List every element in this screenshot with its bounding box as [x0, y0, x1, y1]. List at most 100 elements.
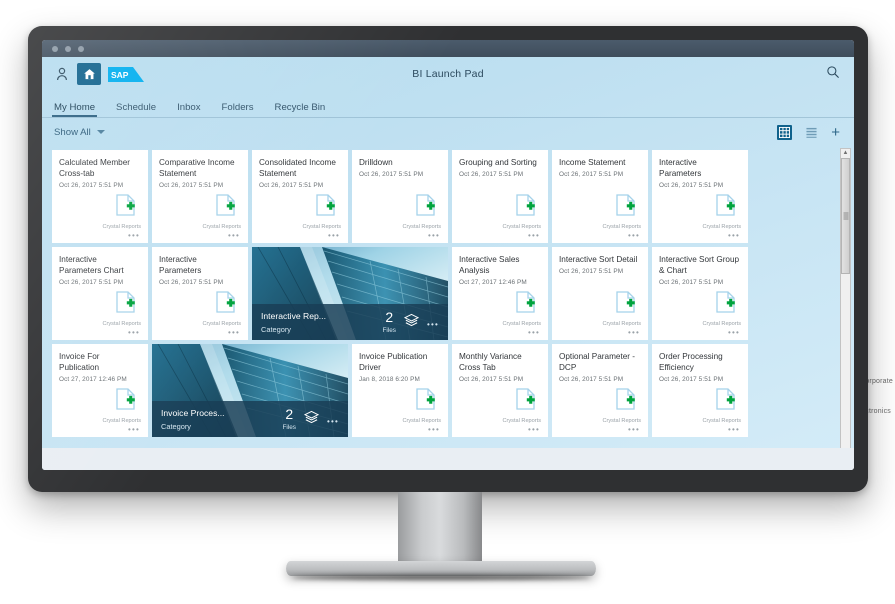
report-tile-title: Invoice For Publication: [59, 352, 100, 372]
monitor-stand-base: [286, 561, 596, 576]
list-view-icon[interactable]: [804, 125, 819, 140]
report-tile-title: Interactive Sales Analysis: [459, 255, 520, 275]
report-tile-kind: Crystal Reports: [202, 321, 241, 327]
category-tile[interactable]: Interactive Rep... Category 2 Files •••: [252, 247, 448, 340]
report-tile[interactable]: Monthly Variance Cross Tab Oct 26, 2017 5…: [452, 344, 548, 437]
report-tile-more-button[interactable]: •••: [728, 329, 740, 337]
report-tile[interactable]: Interactive Sort Detail Oct 26, 2017 5:51…: [552, 247, 648, 340]
report-tile-date: Oct 26, 2017 5:51 PM: [159, 279, 224, 286]
monitor-stand-neck: [398, 492, 482, 567]
report-tile-date: Oct 27, 2017 12:46 PM: [59, 376, 127, 383]
report-tile-title: Invoice Publication Driver: [359, 352, 428, 372]
category-tile-title: Interactive Rep...: [261, 310, 326, 321]
report-tile-more-button[interactable]: •••: [628, 232, 640, 240]
category-tile-more-button[interactable]: •••: [427, 320, 439, 329]
category-tile-text: Invoice Proces... Category: [161, 408, 225, 431]
report-tile[interactable]: Interactive Parameters Chart Oct 26, 2017…: [52, 247, 148, 340]
scroll-up-arrow[interactable]: ▲: [843, 149, 849, 158]
tab-inbox[interactable]: Inbox: [177, 102, 200, 117]
tab-recycle-bin[interactable]: Recycle Bin: [275, 102, 326, 117]
home-icon[interactable]: [77, 63, 101, 85]
report-tile[interactable]: Consolidated Income Statement Oct 26, 201…: [252, 150, 348, 243]
crystal-report-document-icon: [216, 194, 236, 216]
report-tile-more-button[interactable]: •••: [228, 232, 240, 240]
window-maximize-dot[interactable]: [78, 45, 84, 52]
report-tile-date: Oct 26, 2017 5:51 PM: [359, 171, 424, 178]
category-tile[interactable]: Invoice Proces... Category 2 Files •••: [152, 344, 348, 437]
report-tile-kind: Crystal Reports: [402, 418, 441, 424]
report-tile[interactable]: Interactive Parameters Oct 26, 2017 5:51 …: [652, 150, 748, 243]
report-tile[interactable]: Optional Parameter - DCP Oct 26, 2017 5:5…: [552, 344, 648, 437]
report-tile-more-button[interactable]: •••: [728, 232, 740, 240]
screen: SAP BI Launch Pad My Home Schedule Inbox…: [42, 40, 854, 470]
report-tile-more-button[interactable]: •••: [528, 426, 540, 434]
report-tile[interactable]: Invoice Publication Driver Jan 8, 2018 6:…: [352, 344, 448, 437]
report-tile-date: Oct 26, 2017 5:51 PM: [559, 376, 624, 383]
crystal-report-document-icon: [116, 388, 136, 410]
report-tile[interactable]: Drilldown Oct 26, 2017 5:51 PM Crystal Rep…: [352, 150, 448, 243]
category-tile-meta: 2 Files •••: [382, 308, 439, 334]
show-all-dropdown[interactable]: Show All: [54, 127, 105, 138]
report-tile-date: Oct 26, 2017 5:51 PM: [659, 279, 724, 286]
report-tile-date: Oct 26, 2017 5:51 PM: [559, 268, 624, 275]
tab-folders[interactable]: Folders: [222, 102, 254, 117]
chevron-down-icon: [96, 130, 105, 134]
person-icon[interactable]: [54, 66, 70, 82]
category-tile-subtitle: Category: [161, 421, 191, 431]
scroll-track[interactable]: [841, 158, 850, 458]
report-tile-more-button[interactable]: •••: [728, 426, 740, 434]
report-tile-more-button[interactable]: •••: [428, 426, 440, 434]
report-tile-more-button[interactable]: •••: [128, 329, 140, 337]
tab-my-home[interactable]: My Home: [51, 102, 98, 117]
plus-icon[interactable]: +: [831, 125, 840, 140]
report-tile-title: Comparative Income Statement: [159, 158, 235, 178]
crystal-report-document-icon: [716, 388, 736, 410]
report-tile-kind: Crystal Reports: [702, 224, 741, 230]
crystal-report-document-icon: [716, 291, 736, 313]
report-tile-more-button[interactable]: •••: [428, 232, 440, 240]
report-tile-title: Optional Parameter - DCP: [559, 352, 635, 372]
report-tile-kind: Crystal Reports: [702, 321, 741, 327]
report-tile-kind: Crystal Reports: [502, 418, 541, 424]
file-count-number: 2: [385, 308, 394, 325]
report-tile-more-button[interactable]: •••: [128, 426, 140, 434]
report-tile[interactable]: Comparative Income Statement Oct 26, 2017…: [152, 150, 248, 243]
report-tile-more-button[interactable]: •••: [528, 329, 540, 337]
report-tile[interactable]: Interactive Parameters Oct 26, 2017 5:51 …: [152, 247, 248, 340]
report-tile[interactable]: Grouping and Sorting Oct 26, 2017 5:51 PM…: [452, 150, 548, 243]
vertical-scrollbar[interactable]: ▲ ▼: [840, 148, 851, 468]
window-minimize-dot[interactable]: [65, 45, 71, 52]
search-icon[interactable]: [826, 65, 840, 84]
report-tile-more-button[interactable]: •••: [228, 329, 240, 337]
report-tile[interactable]: Income Statement Oct 26, 2017 5:51 PM Crys…: [552, 150, 648, 243]
report-tile-date: Oct 26, 2017 5:51 PM: [159, 182, 224, 189]
report-tile-more-button[interactable]: •••: [328, 232, 340, 240]
report-tile-more-button[interactable]: •••: [528, 232, 540, 240]
report-tile-title: Calculated Member Cross-tab: [59, 158, 130, 178]
report-tile-more-button[interactable]: •••: [628, 426, 640, 434]
report-tile[interactable]: Interactive Sales Analysis Oct 27, 2017 1…: [452, 247, 548, 340]
crystal-report-document-icon: [616, 291, 636, 313]
report-tile[interactable]: Order Processing Efficiency Oct 26, 2017 …: [652, 344, 748, 437]
monitor-bezel: SAP BI Launch Pad My Home Schedule Inbox…: [42, 40, 854, 470]
report-tile-kind: Crystal Reports: [502, 321, 541, 327]
window-close-dot[interactable]: [52, 45, 58, 52]
report-tile-title: Interactive Parameters: [659, 158, 702, 178]
tiles-content-area: Calculated Member Cross-tab Oct 26, 2017 …: [42, 146, 854, 470]
category-tile-more-button[interactable]: •••: [327, 417, 339, 426]
show-all-label: Show All: [54, 126, 91, 138]
report-tile-title: Grouping and Sorting: [459, 158, 537, 167]
tab-schedule[interactable]: Schedule: [116, 102, 156, 117]
report-tile[interactable]: Calculated Member Cross-tab Oct 26, 2017 …: [52, 150, 148, 243]
report-tile[interactable]: Invoice For Publication Oct 27, 2017 12:4…: [52, 344, 148, 437]
report-tile-kind: Crystal Reports: [602, 224, 641, 230]
report-tile-date: Oct 26, 2017 5:51 PM: [659, 182, 724, 189]
report-tile-kind: Crystal Reports: [202, 224, 241, 230]
category-tile-meta: 2 Files •••: [282, 407, 339, 431]
report-tile-more-button[interactable]: •••: [128, 232, 140, 240]
report-tile[interactable]: Interactive Sort Group & Chart Oct 26, 20…: [652, 247, 748, 340]
crystal-report-document-icon: [516, 194, 536, 216]
grid-view-icon[interactable]: [777, 124, 793, 140]
scroll-thumb[interactable]: [841, 158, 850, 274]
report-tile-more-button[interactable]: •••: [628, 329, 640, 337]
